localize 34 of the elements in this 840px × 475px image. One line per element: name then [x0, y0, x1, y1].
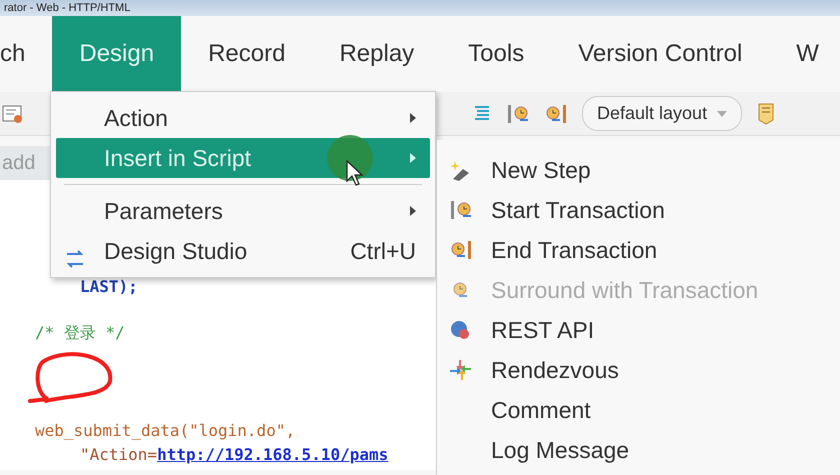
menu-item[interactable]: End Transaction [437, 230, 840, 270]
shortcut-text: Ctrl+U [350, 236, 416, 266]
menu-item[interactable]: Parameters [56, 191, 430, 231]
layout-dropdown[interactable]: Default layout [582, 96, 742, 131]
menu-item[interactable]: Action [56, 98, 430, 138]
form-icon[interactable] [2, 104, 24, 124]
end-transaction-icon [449, 239, 473, 261]
menu-item[interactable]: Record [181, 16, 312, 92]
start-transaction-icon [449, 199, 473, 221]
menu-item[interactable]: Replay [312, 16, 442, 92]
arrows-icon [449, 359, 473, 381]
menu-item[interactable]: REST API [437, 310, 840, 350]
window-title: rator - Web - HTTP/HTML [0, 0, 840, 16]
menu-item[interactable]: ch [0, 16, 52, 92]
menu-item: Surround with Transaction [437, 270, 840, 310]
document-icon[interactable] [756, 102, 776, 126]
menu-item[interactable]: Comment [437, 390, 840, 430]
menu-item[interactable]: Start Transaction [437, 190, 840, 230]
code-text: /* 登录 */ [35, 323, 125, 342]
click-highlight-icon [324, 132, 376, 184]
clock-icon[interactable] [544, 102, 568, 124]
code-text: "Action= [80, 445, 158, 464]
menu-item[interactable]: Version Control [551, 16, 770, 92]
menu-item[interactable]: Design Studio Ctrl+U [56, 231, 430, 271]
menu-item[interactable]: New Step [437, 150, 840, 190]
clock-icon[interactable] [506, 102, 530, 124]
menu-item[interactable]: Log Message [437, 430, 840, 470]
caret-icon [717, 110, 728, 116]
menu-item[interactable]: Rendezvous [437, 350, 840, 390]
menu-item[interactable]: Tools [441, 16, 552, 92]
code-text: LAST); [80, 277, 138, 296]
code-text: web_submit_data("login.do", [35, 421, 296, 440]
menu-item[interactable]: W [769, 16, 840, 92]
code-link[interactable]: http://192.168.5.10/pams [157, 445, 388, 464]
